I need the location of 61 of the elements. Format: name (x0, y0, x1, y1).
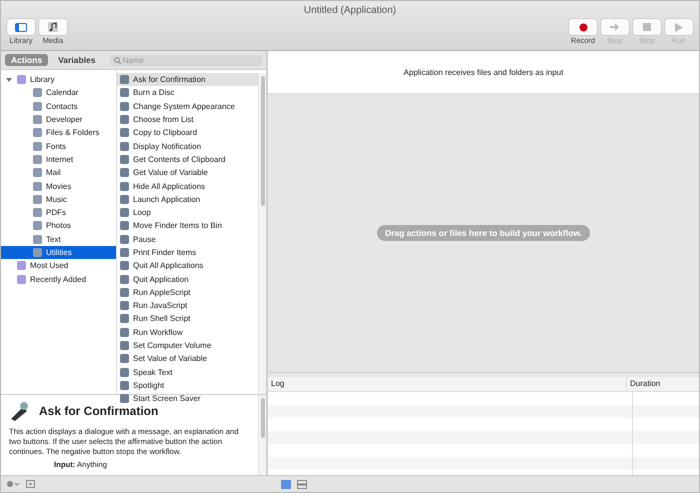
description-title: Ask for Confirmation (39, 404, 158, 418)
action-item[interactable]: Burn a Disc (117, 86, 258, 100)
library-item[interactable]: Contacts (1, 100, 116, 113)
library-item[interactable]: Internet (1, 152, 116, 166)
scrollbar-thumb[interactable] (260, 398, 264, 438)
search-field[interactable]: Name (110, 54, 262, 66)
action-item[interactable]: Print Finder Items (117, 246, 258, 260)
action-item[interactable]: Quit Application (117, 272, 258, 286)
stop-icon (643, 23, 651, 31)
action-item[interactable]: Set Value of Variable (117, 352, 258, 366)
library-item[interactable]: Fonts (1, 139, 116, 153)
library-item[interactable]: Music (1, 192, 116, 206)
library-item[interactable]: Recently Added (1, 272, 116, 286)
play-icon (675, 22, 683, 32)
library-item[interactable]: PDFs (1, 206, 116, 220)
action-item[interactable]: Spotlight (117, 378, 258, 392)
column-header[interactable]: Duration (627, 377, 699, 391)
action-item[interactable]: Choose from List (117, 112, 258, 126)
disclosure-triangle-icon[interactable] (6, 76, 12, 83)
action-item[interactable]: Run AppleScript (117, 286, 258, 300)
action-item[interactable]: Start Screen Saver (117, 392, 258, 406)
action-item[interactable]: Change System Appearance (117, 100, 258, 113)
description-toggle-icon[interactable] (26, 480, 35, 488)
action-item[interactable]: Display Notification (117, 139, 258, 153)
music-note-icon (48, 22, 58, 32)
library-item[interactable]: Mail (1, 166, 116, 180)
library-item[interactable]: Developer (1, 112, 116, 126)
action-item[interactable]: Run Workflow (117, 326, 258, 339)
workflow-hint: Drag actions or files here to build your workflow. (376, 225, 590, 241)
step-icon (610, 23, 620, 31)
window-title: Untitled (Application) (302, 4, 398, 18)
list-view-icon[interactable] (281, 480, 291, 488)
library-item[interactable]: Most Used (1, 259, 116, 272)
action-item[interactable]: Hide All Applications (117, 179, 258, 193)
action-item[interactable]: Run JavaScript (117, 299, 258, 312)
action-item[interactable]: Set Computer Volume (117, 338, 258, 352)
action-item[interactable]: Copy to Clipboard (117, 126, 258, 140)
library-item[interactable]: Photos (1, 219, 116, 233)
action-item[interactable]: Quit All Applications (117, 259, 258, 272)
action-item[interactable]: Ask for Confirmation (117, 73, 258, 86)
action-item[interactable]: Launch Application (117, 192, 258, 206)
action-item[interactable]: Speak Text (117, 366, 258, 379)
record-icon (578, 22, 588, 32)
action-item[interactable]: Get Contents of Clipboard (117, 152, 258, 166)
library-item[interactable]: Files & Folders (1, 126, 116, 140)
action-item[interactable]: Pause (117, 232, 258, 246)
library-item[interactable]: Movies (1, 179, 116, 193)
workflow-input-header: Application receives files and folders as input (268, 51, 699, 94)
action-item[interactable]: Run Shell Script (117, 312, 258, 326)
library-item[interactable]: Utilities (1, 246, 116, 260)
tab[interactable]: Variables (52, 54, 102, 66)
scrollbar-thumb[interactable] (260, 76, 264, 206)
library-item[interactable]: Text (1, 232, 116, 246)
sidebar-icon (15, 22, 27, 32)
action-item[interactable]: Get Value of Variable (117, 166, 258, 180)
column-header[interactable]: Log (268, 377, 627, 391)
action-item[interactable]: Move Finder Items to Bin (117, 219, 258, 233)
split-view-icon[interactable] (297, 480, 307, 488)
library-item[interactable]: Calendar (1, 86, 116, 100)
library-item[interactable]: Library (1, 73, 116, 86)
action-item[interactable]: Loop (117, 206, 258, 220)
